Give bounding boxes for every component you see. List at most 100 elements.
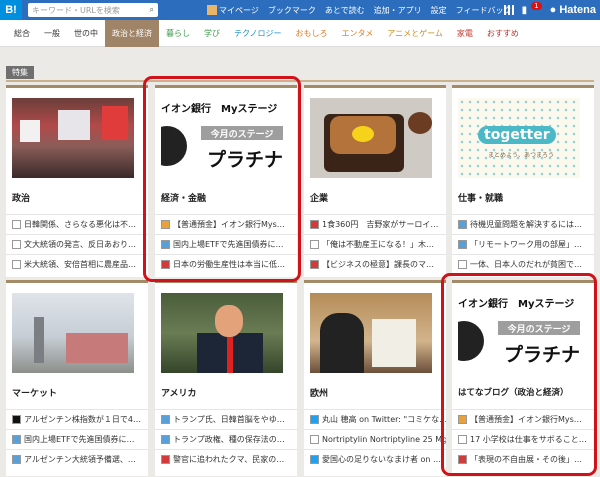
notification-badge: 1 <box>531 2 542 10</box>
card-title: マーケット <box>12 389 58 399</box>
entry-title: 文大統領の発言、反日あおり… <box>24 240 136 249</box>
category-tab[interactable]: 世の中 <box>67 20 105 47</box>
search-icon[interactable]: ⌕ <box>150 5 154 15</box>
card-jobs[interactable]: togetter まとめよう、あつまろう 仕事・就職 待機児童問題を解決するには… <box>452 85 594 277</box>
category-nav: 総合 一般 世の中 政治と経済 暮らし 学び テクノロジー おもしろ エンタメ アニメとゲーム 家電… <box>0 19 600 47</box>
category-tab[interactable]: アニメとゲーム <box>380 20 450 47</box>
person-shape <box>320 313 364 373</box>
page-icon <box>12 260 21 269</box>
card-thumbnail <box>310 293 432 373</box>
entry-link[interactable]: 「リモートワーク用の部屋」… <box>452 234 594 254</box>
site-icon <box>12 435 21 444</box>
entry-link[interactable]: 警官に追われたクマ、民家の… <box>155 449 297 469</box>
category-tab[interactable]: 政治と経済 <box>105 19 159 47</box>
entry-link[interactable]: 一体、日本人のだれが貧困で… <box>452 254 594 274</box>
feature-label: 特集 <box>6 66 34 79</box>
entry-title: 日韓関係、さらなる悪化は不… <box>24 220 136 229</box>
card-thumbnail <box>12 98 134 178</box>
hatena-icon: ● <box>549 4 557 16</box>
entry-link[interactable]: 「俺は不動産王になる！」木… <box>304 234 446 254</box>
settings-link[interactable]: 設定 <box>431 5 447 16</box>
site-icon <box>161 435 170 444</box>
category-tab[interactable]: 一般 <box>37 20 67 47</box>
card-companies[interactable]: 企業 1食360円 吉野家がサーロイ… 「俺は不動産王になる！」木… 【ビジネスの極… <box>304 85 446 277</box>
category-tab[interactable]: 総合 <box>7 20 37 47</box>
card-america[interactable]: アメリカ トランプ氏、日韓首脳をやゆ… トランプ政権、種の保存法の… 警官に追われた… <box>155 280 297 476</box>
entry-link[interactable]: 丸山 穂高 on Twitter: "コミケな… <box>304 409 446 429</box>
card-market[interactable]: マーケット アルゼンチン株指数が１日で4… 国内上場ETFで先進国債券に… アルゼン… <box>6 280 148 476</box>
entry-title: 愛国心の足りないなまけ者 on … <box>322 455 442 464</box>
site-icon <box>161 415 170 424</box>
search-input[interactable]: キーワード・URLを検索 ⌕ <box>28 3 158 17</box>
notification-icon[interactable]: ▮ <box>522 5 528 16</box>
togetter-tagline: まとめよう、あつまろう <box>488 152 555 159</box>
apps-grid-icon[interactable] <box>503 5 514 15</box>
header-right: ▮ 1 ● Hatena <box>503 0 596 20</box>
category-tab[interactable]: おもしろ <box>289 20 335 47</box>
entry-link[interactable]: 1食360円 吉野家がサーロイ… <box>304 214 446 234</box>
entry-link[interactable]: 待機児童問題を解決するには… <box>452 214 594 234</box>
mypage-link[interactable]: マイページ <box>207 5 259 16</box>
entry-title: 待機児童問題を解決するには… <box>470 220 582 229</box>
category-tab[interactable]: エンタメ <box>335 20 381 47</box>
card-title: アメリカ <box>161 389 197 399</box>
tower-shape <box>34 317 44 363</box>
page-icon <box>12 220 21 229</box>
entry-link[interactable]: 愛国心の足りないなまけ者 on … <box>304 449 446 469</box>
bookmark-link[interactable]: ブックマーク <box>268 5 316 16</box>
entry-link[interactable]: 【ビジネスの極意】課長のマ… <box>304 254 446 274</box>
card-title: 欧州 <box>310 389 329 399</box>
read-later-link[interactable]: あとで読む <box>325 5 365 16</box>
entry-title: 国内上場ETFで先進国債券に… <box>24 435 135 444</box>
page-icon <box>310 240 319 249</box>
entry-title: トランプ政権、種の保存法の… <box>173 435 285 444</box>
card-title: 政治 <box>12 194 31 204</box>
soup-shape <box>408 112 432 134</box>
poster-shape <box>372 319 416 367</box>
search-placeholder: キーワード・URLを検索 <box>32 5 120 15</box>
user-icon <box>207 5 217 15</box>
card-thumbnail: togetter まとめよう、あつまろう <box>458 98 580 178</box>
entry-title: 一体、日本人のだれが貧困で… <box>470 260 582 269</box>
entry-link[interactable]: 日韓関係、さらなる悪化は不… <box>6 214 148 234</box>
entry-title: トランプ氏、日韓首脳をやゆ… <box>173 415 285 424</box>
hatena-account[interactable]: ● Hatena <box>550 4 596 16</box>
placard-shape <box>102 106 128 140</box>
entry-link[interactable]: アルゼンチン株指数が１日で4… <box>6 409 148 429</box>
category-tab[interactable]: 学び <box>197 20 227 47</box>
entry-link[interactable]: トランプ氏、日韓首脳をやゆ… <box>155 409 297 429</box>
card-europe[interactable]: 欧州 丸山 穂高 on Twitter: "コミケな… Nortriptylin … <box>304 280 446 476</box>
news-icon <box>310 220 319 229</box>
card-thumbnail <box>161 293 283 373</box>
page-icon <box>458 260 467 269</box>
category-tab[interactable]: テクノロジー <box>227 20 289 47</box>
card-thumbnail <box>12 293 134 373</box>
site-icon <box>458 240 467 249</box>
category-tab[interactable]: 暮らし <box>159 20 197 47</box>
entry-link[interactable]: トランプ政権、種の保存法の… <box>155 429 297 449</box>
entry-link[interactable]: 米大統領、安倍首相に農産品… <box>6 254 148 274</box>
page-icon <box>310 435 319 444</box>
site-icon <box>12 455 21 464</box>
top-bar: B! キーワード・URLを検索 ⌕ マイページ ブックマーク あとで読む 追加・… <box>0 0 600 20</box>
egg-shape <box>352 126 374 142</box>
category-tab[interactable]: おすすめ <box>480 20 526 47</box>
entry-title: アルゼンチン大統領予備選、… <box>24 455 136 464</box>
page-icon <box>12 240 21 249</box>
highlight-box <box>143 76 301 282</box>
entry-title: 1食360円 吉野家がサーロイ… <box>322 220 439 229</box>
entry-link[interactable]: Nortriptylin Nortriptyline 25 Mg … <box>304 429 446 449</box>
entry-link[interactable]: 文大統領の発言、反日あおり… <box>6 234 148 254</box>
add-app-link[interactable]: 追加・アプリ <box>374 5 422 16</box>
placard-shape <box>20 120 40 142</box>
card-title: 仕事・就職 <box>458 194 504 204</box>
card-politics[interactable]: 政治 日韓関係、さらなる悪化は不… 文大統領の発言、反日あおり… 米大統領、安倍首相… <box>6 85 148 277</box>
entry-link[interactable]: アルゼンチン大統領予備選、… <box>6 449 148 469</box>
entry-link[interactable]: 国内上場ETFで先進国債券に… <box>6 429 148 449</box>
category-tab[interactable]: 家電 <box>450 20 480 47</box>
tie-shape <box>227 337 233 373</box>
news-icon <box>161 455 170 464</box>
hatena-bookmark-logo[interactable]: B! <box>0 0 22 20</box>
card-thumbnail <box>310 98 432 178</box>
entry-title: 「リモートワーク用の部屋」… <box>470 240 582 249</box>
